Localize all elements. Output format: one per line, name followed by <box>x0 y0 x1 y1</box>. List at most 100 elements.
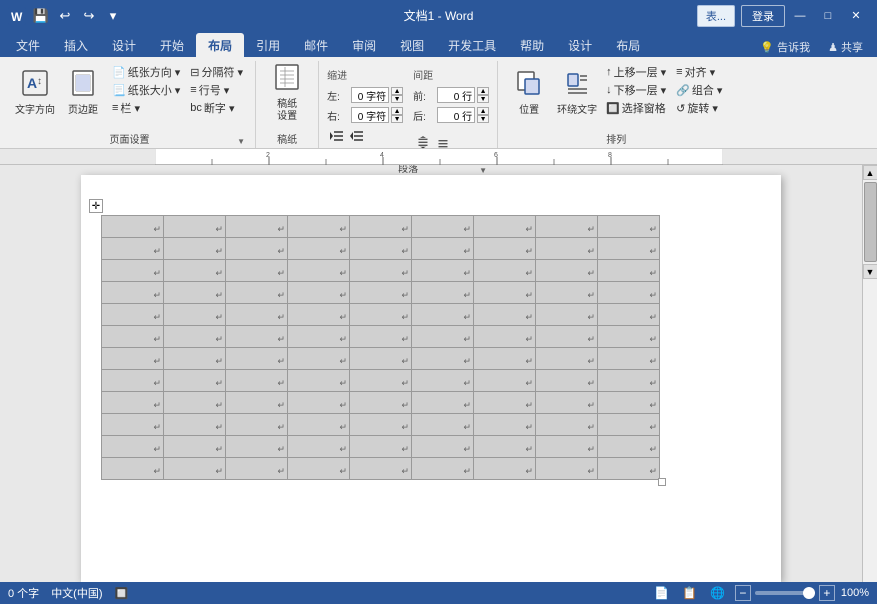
spacing-before-up[interactable]: ▲ <box>477 87 489 95</box>
scroll-down-btn[interactable]: ▼ <box>863 264 877 279</box>
table-cell[interactable]: ↵ <box>288 392 350 414</box>
table-cell[interactable]: ↵ <box>536 326 598 348</box>
table-cell[interactable]: ↵ <box>226 348 288 370</box>
close-btn[interactable]: ✕ <box>843 6 869 26</box>
table-cell[interactable]: ↵ <box>412 282 474 304</box>
document-page[interactable]: ✛ ↵↵↵↵↵↵↵↵↵↵↵↵↵↵↵↵↵↵↵↵↵↵↵↵↵↵↵↵↵↵↵↵↵↵↵↵↵↵… <box>81 175 781 582</box>
tab-layout[interactable]: 布局 <box>196 33 244 57</box>
table-cell[interactable]: ↵ <box>102 282 164 304</box>
table-cell[interactable]: ↵ <box>536 238 598 260</box>
table-cell[interactable]: ↵ <box>536 458 598 480</box>
zoom-plus-btn[interactable]: + <box>819 585 835 601</box>
send-backward-btn[interactable]: ↓ 下移一层 ▾ <box>602 81 670 99</box>
zoom-track[interactable] <box>755 591 815 595</box>
table-cell[interactable]: ↵ <box>226 238 288 260</box>
table-cell[interactable]: ↵ <box>350 304 412 326</box>
table-cell[interactable]: ↵ <box>226 436 288 458</box>
table-cell[interactable]: ↵ <box>164 260 226 282</box>
table-cell[interactable]: ↵ <box>226 458 288 480</box>
table-cell[interactable]: ↵ <box>598 238 660 260</box>
table-cell[interactable]: ↵ <box>598 348 660 370</box>
page-margins-btn[interactable]: 页边距 <box>60 63 106 123</box>
tab-table-design[interactable]: 设计 <box>556 33 604 57</box>
table-cell[interactable]: ↵ <box>474 238 536 260</box>
table-cell[interactable]: ↵ <box>536 370 598 392</box>
table-cell[interactable]: ↵ <box>536 304 598 326</box>
tab-home[interactable]: 开始 <box>148 33 196 57</box>
table-cell[interactable]: ↵ <box>102 304 164 326</box>
orientation-btn[interactable]: 📄 纸张方向 ▾ <box>108 63 184 81</box>
spacing-after-input[interactable] <box>437 107 475 123</box>
indent-right-down[interactable]: ▼ <box>391 115 403 123</box>
table-cell[interactable]: ↵ <box>474 392 536 414</box>
table-cell[interactable]: ↵ <box>288 414 350 436</box>
table-cell[interactable]: ↵ <box>598 436 660 458</box>
table-cell[interactable]: ↵ <box>474 414 536 436</box>
table-cell[interactable]: ↵ <box>412 436 474 458</box>
table-cell[interactable]: ↵ <box>536 414 598 436</box>
table-cell[interactable]: ↵ <box>226 414 288 436</box>
table-cell[interactable]: ↵ <box>474 348 536 370</box>
redo-quick-btn[interactable]: ↪ <box>78 5 100 27</box>
tab-mailings[interactable]: 邮件 <box>292 33 340 57</box>
manuscript-btn[interactable]: 稿纸设置 <box>264 63 310 123</box>
table-cell[interactable]: ↵ <box>598 260 660 282</box>
table-cell[interactable]: ↵ <box>288 238 350 260</box>
table-cell[interactable]: ↵ <box>102 370 164 392</box>
macro-icon[interactable]: 🔲 <box>115 587 129 600</box>
save-quick-btn[interactable]: 💾 <box>30 5 52 27</box>
table-cell[interactable]: ↵ <box>412 326 474 348</box>
table-cell[interactable]: ↵ <box>226 326 288 348</box>
table-cell[interactable]: ↵ <box>412 392 474 414</box>
table-cell[interactable]: ↵ <box>598 414 660 436</box>
table-cell[interactable]: ↵ <box>536 260 598 282</box>
table-cell[interactable]: ↵ <box>350 370 412 392</box>
table-cell[interactable]: ↵ <box>226 260 288 282</box>
tab-references[interactable]: 引用 <box>244 33 292 57</box>
table-cell[interactable]: ↵ <box>598 216 660 238</box>
tab-design[interactable]: 设计 <box>100 33 148 57</box>
spacing-after-up[interactable]: ▲ <box>477 107 489 115</box>
zoom-minus-btn[interactable]: − <box>735 585 751 601</box>
line-numbers-btn[interactable]: ≡ 行号 ▾ <box>186 81 247 99</box>
table-cell[interactable]: ↵ <box>474 260 536 282</box>
table-cell[interactable]: ↵ <box>412 260 474 282</box>
tell-me-btn[interactable]: 💡 告诉我 <box>754 37 816 57</box>
table-cell[interactable]: ↵ <box>350 326 412 348</box>
hyphenation-btn[interactable]: bc 断字 ▾ <box>186 99 247 117</box>
table-cell[interactable]: ↵ <box>102 216 164 238</box>
scroll-up-btn[interactable]: ▲ <box>863 165 877 180</box>
table-cell[interactable]: ↵ <box>474 304 536 326</box>
text-direction-btn[interactable]: A ↕ 文字方向 <box>12 63 58 123</box>
breaks-btn[interactable]: ⊟ 分隔符 ▾ <box>186 63 247 81</box>
table-cell[interactable]: ↵ <box>226 392 288 414</box>
tab-help[interactable]: 帮助 <box>508 33 556 57</box>
table-cell[interactable]: ↵ <box>288 348 350 370</box>
table-cell[interactable]: ↵ <box>350 282 412 304</box>
table-cell[interactable]: ↵ <box>164 216 226 238</box>
view-web-btn[interactable]: 📋 <box>679 584 701 602</box>
table-cell[interactable]: ↵ <box>288 458 350 480</box>
table-cell[interactable]: ↵ <box>350 414 412 436</box>
table-cell[interactable]: ↵ <box>164 326 226 348</box>
table-cell[interactable]: ↵ <box>226 282 288 304</box>
table-cell[interactable]: ↵ <box>288 260 350 282</box>
table-cell[interactable]: ↵ <box>412 458 474 480</box>
table-cell[interactable]: ↵ <box>598 392 660 414</box>
table-cell[interactable]: ↵ <box>412 414 474 436</box>
table-cell[interactable]: ↵ <box>226 304 288 326</box>
table-cell[interactable]: ↵ <box>226 370 288 392</box>
table-cell[interactable]: ↵ <box>102 260 164 282</box>
position-btn[interactable]: 位置 <box>506 63 552 123</box>
selection-pane-btn[interactable]: 🔲 选择窗格 <box>602 99 670 117</box>
spacing-before-input[interactable] <box>437 87 475 103</box>
table-cell[interactable]: ↵ <box>288 436 350 458</box>
express-btn[interactable]: 表... <box>697 5 735 27</box>
table-cell[interactable]: ↵ <box>412 216 474 238</box>
spacing-after-down[interactable]: ▼ <box>477 115 489 123</box>
customize-quick-btn[interactable]: ▾ <box>102 5 124 27</box>
table-move-handle[interactable]: ✛ <box>89 199 103 213</box>
tab-table-layout[interactable]: 布局 <box>604 33 652 57</box>
table-cell[interactable]: ↵ <box>412 348 474 370</box>
undo-quick-btn[interactable]: ↩ <box>54 5 76 27</box>
